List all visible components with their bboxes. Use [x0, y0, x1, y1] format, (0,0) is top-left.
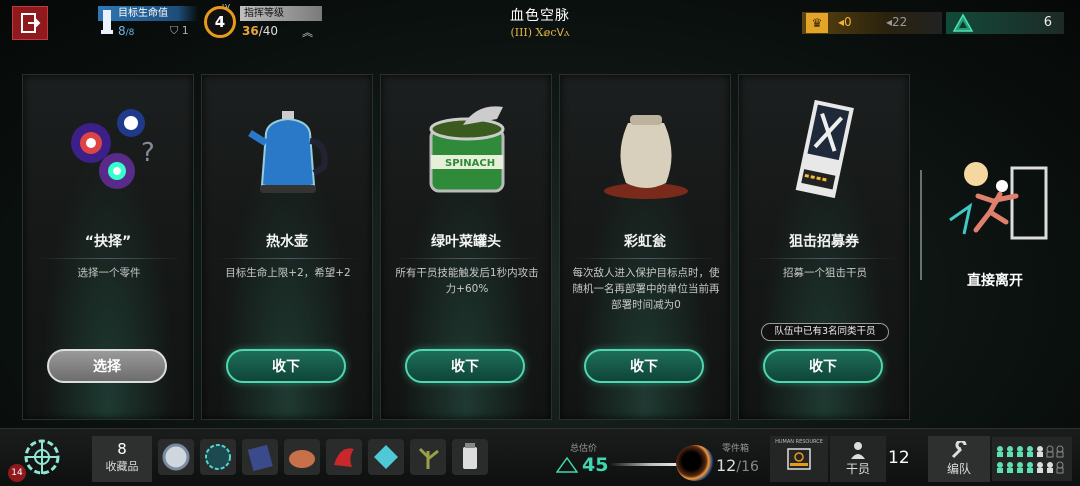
- card-name: “抉择”: [84, 234, 132, 250]
- choose-button[interactable]: 选择: [47, 349, 167, 383]
- relic-cake-icon[interactable]: [284, 439, 320, 475]
- command-level-panel: 指挥等级 36/40 ︽: [240, 6, 322, 40]
- accept-button[interactable]: 收下: [226, 349, 346, 383]
- collection-button[interactable]: 8 收藏品: [92, 436, 152, 482]
- hp-value: 8/8: [118, 24, 135, 38]
- command-value: 36/40: [242, 24, 279, 38]
- operator-count: 12: [888, 448, 910, 468]
- card-spinach-can[interactable]: SPINACH 绿叶菜罐头 所有干员技能触发后1秒内攻击力+60% 收下: [380, 74, 552, 420]
- relic-disc-icon[interactable]: [158, 439, 194, 475]
- parts-box-label: 零件箱: [722, 444, 750, 454]
- divider: [216, 258, 360, 259]
- card-desc: 每次敌人进入保护目标点时，使随机一名再部署中的单位当前再部署时间减为0: [572, 267, 720, 311]
- human-resource-button[interactable]: HUMAN RESOURCE: [770, 436, 828, 482]
- parts-orb-icon: [676, 445, 714, 481]
- card-sniper-voucher[interactable]: 狙击招募券 招募一个狙击干员 队伍中已有3名同类干员 收下: [738, 74, 910, 420]
- card-desc: 所有干员技能触发后1秒内攻击力+60%: [395, 267, 539, 295]
- running-figure-icon: [949, 162, 1048, 240]
- hope-value: 6: [1043, 15, 1052, 30]
- formation-label: 编队: [946, 462, 971, 476]
- card-choice[interactable]: ? “抉择” 选择一个零件 选择: [22, 74, 194, 420]
- operator-silhouette-icon: [851, 442, 865, 459]
- recruit-ticket-icon: [795, 99, 854, 199]
- relic-book-icon[interactable]: [242, 439, 278, 475]
- ingot-value: ◂0: [838, 15, 852, 29]
- card-name: 狙击招募券: [789, 234, 859, 250]
- wrench-icon: [951, 441, 967, 459]
- ingot-value-secondary: ◂22: [886, 15, 908, 29]
- operators-label: 干员: [845, 462, 870, 476]
- tower-icon: [101, 10, 113, 34]
- card-name: 热水壶: [266, 234, 308, 250]
- relic-crystal-icon[interactable]: [368, 439, 404, 475]
- crown-icon: ♛: [806, 13, 828, 33]
- svg-text:SPINACH: SPINACH: [445, 158, 495, 169]
- card-desc: 目标生命上限+2，希望+2: [225, 267, 351, 279]
- double-chevron-up-icon: ︽: [302, 26, 313, 39]
- divider: [753, 258, 897, 259]
- accept-button[interactable]: 收下: [584, 349, 704, 383]
- parts-box-value: 12/16: [716, 456, 759, 475]
- divider: [920, 170, 922, 280]
- target-hp-panel: 目标生命值 8/8 ⛉ 1: [98, 6, 198, 40]
- accept-button[interactable]: 收下: [405, 349, 525, 383]
- duplicate-warning: 队伍中已有3名同类干员: [761, 323, 889, 341]
- ingot-resource: ♛ ◂0 ◂22: [802, 12, 942, 34]
- collection-count: 8: [117, 440, 127, 458]
- relic-plant-icon[interactable]: [410, 439, 446, 475]
- clay-urn-icon: [604, 115, 688, 199]
- formation-button[interactable]: 编队: [928, 436, 990, 482]
- command-label: 指挥等级: [240, 6, 322, 21]
- exit-door-icon: [21, 13, 41, 33]
- leave-directly-button[interactable]: 直接离开: [930, 150, 1060, 300]
- leave-label: 直接离开: [967, 273, 1023, 289]
- divider: [574, 258, 718, 259]
- operators-button[interactable]: 干员: [830, 436, 886, 482]
- total-value: 45: [582, 454, 609, 476]
- relic-flask-icon[interactable]: [452, 439, 488, 475]
- card-rainbow-urn[interactable]: 彩虹瓮 每次敌人进入保护目标点时，使随机一名再部署中的单位当前再部署时间减为0 …: [559, 74, 731, 420]
- relic-dragon-icon[interactable]: [326, 439, 362, 475]
- stage-title: 血色空脉: [510, 8, 570, 24]
- swirling-orbs-icon: ?: [71, 109, 155, 189]
- squad-members-icon: [997, 445, 1064, 474]
- relic-gear-icon[interactable]: [200, 439, 236, 475]
- operator-card-icon: [787, 448, 811, 470]
- divider: [37, 258, 181, 259]
- card-name: 绿叶菜罐头: [431, 234, 501, 250]
- total-value-label: 总估价: [570, 444, 598, 454]
- card-name: 彩虹瓮: [624, 234, 666, 250]
- squad-slots[interactable]: [992, 437, 1072, 481]
- spinach-can-icon: SPINACH: [429, 106, 505, 193]
- divider: [395, 258, 539, 259]
- stage-subtitle: (III) Ⅹⅇϲⴸⲁ: [510, 26, 570, 39]
- shield-value: ⛉ 1: [170, 24, 189, 37]
- card-desc: 招募一个狙击干员: [783, 267, 867, 279]
- shield-icon: ⛉: [170, 24, 179, 37]
- card-desc: 选择一个零件: [77, 267, 141, 279]
- accept-button[interactable]: 收下: [763, 349, 883, 383]
- value-triangle-icon: [556, 457, 578, 473]
- collection-label: 收藏品: [105, 460, 139, 473]
- level-badge: 4: [204, 6, 236, 38]
- kettle-icon: [248, 111, 328, 193]
- hope-resource: 6: [946, 12, 1064, 34]
- card-kettle[interactable]: 热水壶 目标生命上限+2，希望+2 收下: [201, 74, 373, 420]
- triangle-hope-icon: [952, 13, 974, 32]
- emblem-level: 14: [8, 464, 26, 482]
- exit-button[interactable]: [12, 6, 48, 40]
- svg-text:?: ?: [141, 138, 155, 168]
